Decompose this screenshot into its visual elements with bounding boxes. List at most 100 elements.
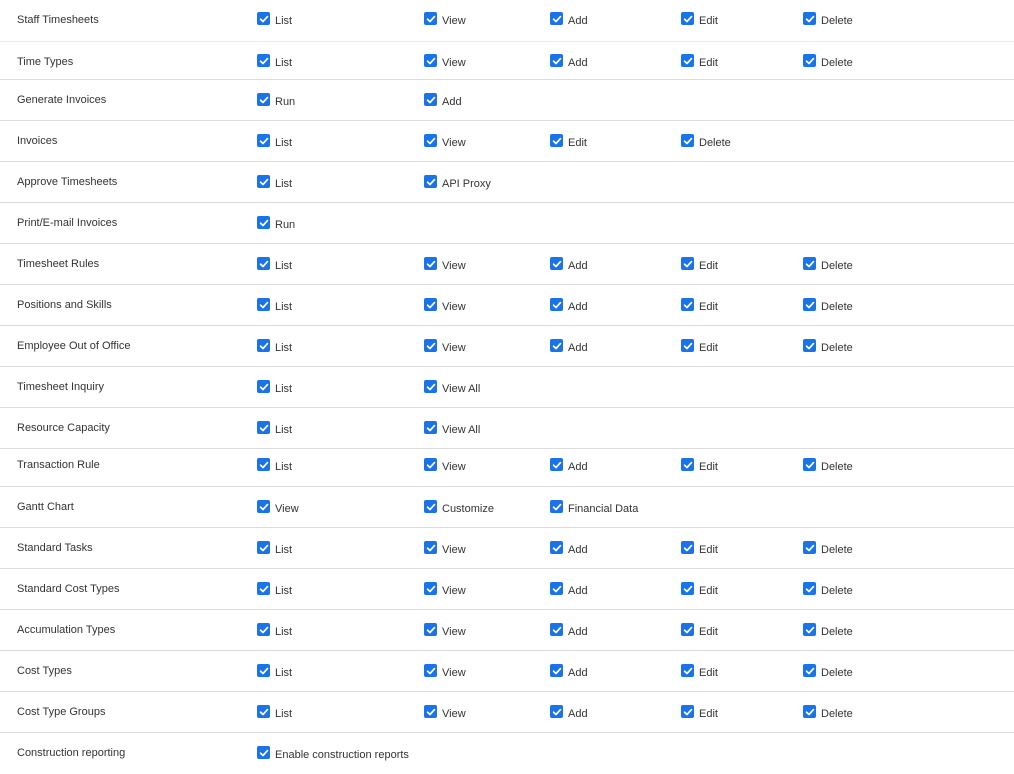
checkbox-add[interactable]: [424, 93, 437, 106]
permission-edit[interactable]: Edit: [681, 623, 718, 638]
checkbox-list[interactable]: [257, 664, 270, 677]
checkbox-edit[interactable]: [681, 541, 694, 554]
checkbox-run[interactable]: [257, 216, 270, 229]
permission-financial-data[interactable]: Financial Data: [550, 500, 638, 515]
permission-edit[interactable]: Edit: [681, 664, 718, 679]
checkbox-delete[interactable]: [803, 541, 816, 554]
checkbox-view[interactable]: [424, 458, 437, 471]
permission-list[interactable]: List: [257, 175, 292, 190]
checkbox-delete[interactable]: [681, 134, 694, 147]
checkbox-list[interactable]: [257, 298, 270, 311]
permission-edit[interactable]: Edit: [550, 134, 587, 149]
permission-edit[interactable]: Edit: [681, 541, 718, 556]
checkbox-delete[interactable]: [803, 54, 816, 67]
permission-add[interactable]: Add: [550, 623, 588, 638]
checkbox-add[interactable]: [550, 298, 563, 311]
permission-edit[interactable]: Edit: [681, 12, 718, 27]
checkbox-run[interactable]: [257, 93, 270, 106]
permission-customize[interactable]: Customize: [424, 500, 494, 515]
checkbox-edit[interactable]: [681, 257, 694, 270]
checkbox-list[interactable]: [257, 582, 270, 595]
checkbox-list[interactable]: [257, 421, 270, 434]
permission-run[interactable]: Run: [257, 216, 295, 231]
permission-view[interactable]: View: [424, 582, 466, 597]
permission-view[interactable]: View: [424, 339, 466, 354]
permission-edit[interactable]: Edit: [681, 582, 718, 597]
checkbox-list[interactable]: [257, 380, 270, 393]
checkbox-delete[interactable]: [803, 12, 816, 25]
permission-add[interactable]: Add: [550, 582, 588, 597]
permission-list[interactable]: List: [257, 541, 292, 556]
permission-list[interactable]: List: [257, 421, 292, 436]
permission-edit[interactable]: Edit: [681, 298, 718, 313]
checkbox-add[interactable]: [550, 339, 563, 352]
permission-api-proxy[interactable]: API Proxy: [424, 175, 491, 190]
permission-list[interactable]: List: [257, 134, 292, 149]
checkbox-edit[interactable]: [681, 298, 694, 311]
permission-list[interactable]: List: [257, 664, 292, 679]
permission-delete[interactable]: Delete: [803, 705, 853, 720]
checkbox-enable-construction-reports[interactable]: [257, 746, 270, 759]
permission-delete[interactable]: Delete: [803, 664, 853, 679]
checkbox-list[interactable]: [257, 175, 270, 188]
permission-list[interactable]: List: [257, 380, 292, 395]
checkbox-view[interactable]: [257, 500, 270, 513]
checkbox-edit[interactable]: [681, 705, 694, 718]
permission-list[interactable]: List: [257, 54, 292, 69]
checkbox-add[interactable]: [550, 458, 563, 471]
checkbox-view[interactable]: [424, 705, 437, 718]
checkbox-view[interactable]: [424, 298, 437, 311]
permission-view-all[interactable]: View All: [424, 380, 480, 395]
checkbox-financial-data[interactable]: [550, 500, 563, 513]
checkbox-view[interactable]: [424, 582, 437, 595]
checkbox-delete[interactable]: [803, 339, 816, 352]
checkbox-add[interactable]: [550, 582, 563, 595]
permission-add[interactable]: Add: [550, 458, 588, 473]
checkbox-edit[interactable]: [681, 12, 694, 25]
checkbox-list[interactable]: [257, 12, 270, 25]
permission-add[interactable]: Add: [550, 339, 588, 354]
permission-run[interactable]: Run: [257, 93, 295, 108]
permission-list[interactable]: List: [257, 12, 292, 27]
permission-delete[interactable]: Delete: [803, 54, 853, 69]
checkbox-delete[interactable]: [803, 257, 816, 270]
permission-edit[interactable]: Edit: [681, 458, 718, 473]
checkbox-customize[interactable]: [424, 500, 437, 513]
permission-edit[interactable]: Edit: [681, 339, 718, 354]
checkbox-view[interactable]: [424, 54, 437, 67]
checkbox-view[interactable]: [424, 12, 437, 25]
permission-view[interactable]: View: [257, 500, 299, 515]
permission-add[interactable]: Add: [550, 541, 588, 556]
permission-list[interactable]: List: [257, 339, 292, 354]
checkbox-add[interactable]: [550, 664, 563, 677]
permission-view-all[interactable]: View All: [424, 421, 480, 436]
permission-list[interactable]: List: [257, 705, 292, 720]
permission-view[interactable]: View: [424, 298, 466, 313]
permission-list[interactable]: List: [257, 298, 292, 313]
checkbox-view[interactable]: [424, 664, 437, 677]
permission-edit[interactable]: Edit: [681, 54, 718, 69]
checkbox-list[interactable]: [257, 623, 270, 636]
permission-delete[interactable]: Delete: [803, 339, 853, 354]
permission-list[interactable]: List: [257, 257, 292, 272]
permission-delete[interactable]: Delete: [803, 298, 853, 313]
permission-list[interactable]: List: [257, 458, 292, 473]
permission-list[interactable]: List: [257, 582, 292, 597]
checkbox-delete[interactable]: [803, 582, 816, 595]
permission-add[interactable]: Add: [550, 705, 588, 720]
permission-delete[interactable]: Delete: [803, 12, 853, 27]
permission-add[interactable]: Add: [550, 664, 588, 679]
permission-delete[interactable]: Delete: [803, 458, 853, 473]
permission-view[interactable]: View: [424, 134, 466, 149]
checkbox-view[interactable]: [424, 339, 437, 352]
permission-view[interactable]: View: [424, 705, 466, 720]
checkbox-list[interactable]: [257, 541, 270, 554]
checkbox-view[interactable]: [424, 541, 437, 554]
permission-edit[interactable]: Edit: [681, 705, 718, 720]
checkbox-view[interactable]: [424, 623, 437, 636]
checkbox-view-all[interactable]: [424, 421, 437, 434]
checkbox-delete[interactable]: [803, 623, 816, 636]
checkbox-edit[interactable]: [681, 54, 694, 67]
checkbox-add[interactable]: [550, 623, 563, 636]
checkbox-list[interactable]: [257, 705, 270, 718]
